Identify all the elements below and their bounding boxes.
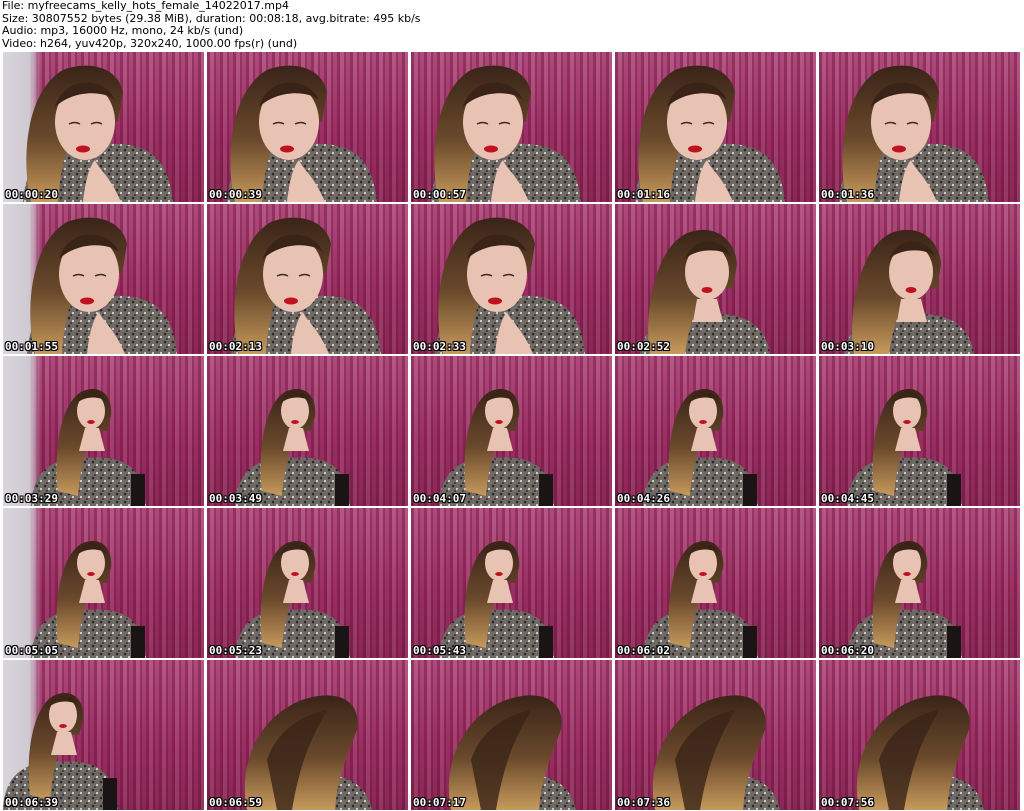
frame-timestamp: 00:00:20 bbox=[5, 188, 58, 201]
video-frame-thumbnail[interactable]: 00:02:33 bbox=[411, 204, 612, 354]
video-frame-thumbnail[interactable]: 00:05:05 bbox=[3, 508, 204, 658]
frame-timestamp: 00:07:17 bbox=[413, 796, 466, 809]
frame-timestamp: 00:05:05 bbox=[5, 644, 58, 657]
video-frame-thumbnail[interactable]: 00:03:49 bbox=[207, 356, 408, 506]
audio-info-line: Audio: mp3, 16000 Hz, mono, 24 kb/s (und… bbox=[2, 24, 244, 37]
person-figure bbox=[643, 540, 758, 658]
person-figure bbox=[856, 695, 984, 810]
video-frame-thumbnail[interactable]: 00:01:36 bbox=[819, 52, 1020, 202]
video-frame-thumbnail[interactable]: 00:03:10 bbox=[819, 204, 1020, 354]
frame-timestamp: 00:07:56 bbox=[821, 796, 874, 809]
frame-timestamp: 00:04:45 bbox=[821, 492, 874, 505]
video-frame-thumbnail[interactable]: 00:03:29 bbox=[3, 356, 204, 506]
video-frame-thumbnail[interactable]: 00:01:16 bbox=[615, 52, 816, 202]
frame-timestamp: 00:02:52 bbox=[617, 340, 670, 353]
person-figure bbox=[231, 217, 381, 354]
video-frame-thumbnail[interactable]: 00:04:45 bbox=[819, 356, 1020, 506]
video-frame-thumbnail[interactable]: 00:06:20 bbox=[819, 508, 1020, 658]
frame-timestamp: 00:01:55 bbox=[5, 340, 58, 353]
file-info-header: File: myfreecams_kelly_hots_female_14022… bbox=[2, 0, 1022, 50]
video-info-line: Video: h264, yuv420p, 320x240, 1000.00 f… bbox=[2, 36, 298, 50]
video-frame-thumbnail[interactable]: 00:06:59 bbox=[207, 660, 408, 810]
person-figure bbox=[31, 540, 146, 658]
person-figure bbox=[235, 388, 350, 506]
person-figure bbox=[31, 388, 146, 506]
video-frame-thumbnail[interactable]: 00:06:02 bbox=[615, 508, 816, 658]
person-figure bbox=[27, 217, 177, 354]
person-figure bbox=[839, 65, 989, 202]
video-frame-thumbnail[interactable]: 00:02:52 bbox=[615, 204, 816, 354]
video-frame-thumbnail[interactable]: 00:05:23 bbox=[207, 508, 408, 658]
video-frame-thumbnail[interactable]: 00:06:39 bbox=[3, 660, 204, 810]
frame-timestamp: 00:00:57 bbox=[413, 188, 466, 201]
video-frame-thumbnail[interactable]: 00:01:55 bbox=[3, 204, 204, 354]
person-figure bbox=[847, 540, 962, 658]
person-figure bbox=[847, 388, 962, 506]
frame-timestamp: 00:07:36 bbox=[617, 796, 670, 809]
frame-timestamp: 00:01:16 bbox=[617, 188, 670, 201]
person-figure bbox=[448, 695, 576, 810]
person-figure bbox=[244, 695, 372, 810]
person-figure bbox=[439, 388, 554, 506]
person-figure bbox=[652, 695, 780, 810]
frame-timestamp: 00:01:36 bbox=[821, 188, 874, 201]
person-figure bbox=[844, 229, 974, 354]
video-frame-thumbnail[interactable]: 00:00:57 bbox=[411, 52, 612, 202]
frame-timestamp: 00:06:20 bbox=[821, 644, 874, 657]
video-frame-thumbnail[interactable]: 00:07:36 bbox=[615, 660, 816, 810]
frame-timestamp: 00:00:39 bbox=[209, 188, 262, 201]
person-figure bbox=[640, 229, 770, 354]
frame-timestamp: 00:03:29 bbox=[5, 492, 58, 505]
thumbnail-grid: 00:00:20 00:00:39 00:00:57 00:01:16 00:01:36… bbox=[0, 50, 1024, 811]
person-figure bbox=[439, 540, 554, 658]
frame-timestamp: 00:02:13 bbox=[209, 340, 262, 353]
person-figure bbox=[23, 65, 173, 202]
person-figure bbox=[635, 65, 785, 202]
video-frame-thumbnail[interactable]: 00:05:43 bbox=[411, 508, 612, 658]
frame-timestamp: 00:05:43 bbox=[413, 644, 466, 657]
person-figure bbox=[643, 388, 758, 506]
video-frame-thumbnail[interactable]: 00:07:17 bbox=[411, 660, 612, 810]
video-frame-thumbnail[interactable]: 00:04:26 bbox=[615, 356, 816, 506]
frame-timestamp: 00:03:49 bbox=[209, 492, 262, 505]
video-frame-thumbnail[interactable]: 00:00:39 bbox=[207, 52, 408, 202]
frame-timestamp: 00:06:59 bbox=[209, 796, 262, 809]
person-figure bbox=[3, 692, 118, 810]
person-figure bbox=[235, 540, 350, 658]
frame-timestamp: 00:03:10 bbox=[821, 340, 874, 353]
frame-timestamp: 00:04:07 bbox=[413, 492, 466, 505]
file-name-line: File: myfreecams_kelly_hots_female_14022… bbox=[2, 0, 289, 12]
frame-timestamp: 00:05:23 bbox=[209, 644, 262, 657]
frame-timestamp: 00:06:39 bbox=[5, 796, 58, 809]
video-frame-thumbnail[interactable]: 00:02:13 bbox=[207, 204, 408, 354]
frame-timestamp: 00:06:02 bbox=[617, 644, 670, 657]
frame-timestamp: 00:04:26 bbox=[617, 492, 670, 505]
person-figure bbox=[227, 65, 377, 202]
person-figure bbox=[435, 217, 585, 354]
frame-timestamp: 00:02:33 bbox=[413, 340, 466, 353]
video-frame-thumbnail[interactable]: 00:07:56 bbox=[819, 660, 1020, 810]
video-frame-thumbnail[interactable]: 00:00:20 bbox=[3, 52, 204, 202]
person-figure bbox=[431, 65, 581, 202]
video-frame-thumbnail[interactable]: 00:04:07 bbox=[411, 356, 612, 506]
